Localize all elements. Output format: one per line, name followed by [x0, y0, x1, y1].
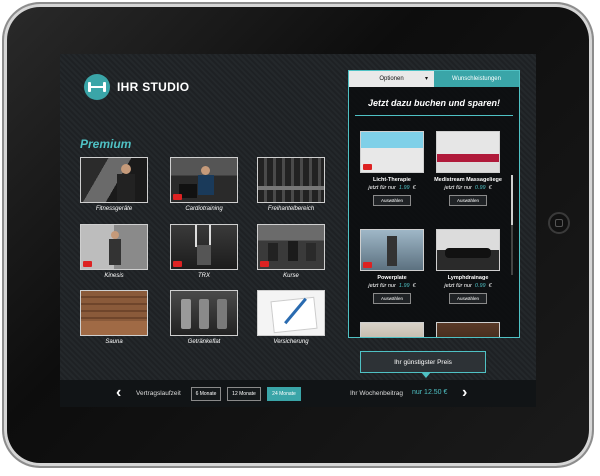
addon-partial [357, 322, 427, 337]
panel-tabs: Optionen ▾ Wunschleistungen [349, 71, 519, 87]
app-screen: IHR STUDIO Premium Fitnessgeräte Cardiot… [60, 54, 536, 407]
tooltip-arrow [421, 372, 431, 378]
tile-label: Versicherung [273, 339, 309, 345]
tile-image [257, 157, 325, 203]
tooltip-text: Ihr günstigster Preis [394, 358, 452, 366]
addon-lymphdrainage: Lymphdrainage jetzt für nur 0.99 € Auswähl… [433, 229, 503, 304]
tile-cardiotraining[interactable]: Cardiotraining [170, 157, 238, 212]
price-prefix: jetzt für nur [444, 283, 472, 289]
addon-partial [433, 322, 503, 337]
select-button[interactable]: Auswählen [373, 195, 411, 206]
tile-image [170, 290, 238, 336]
term-label: Vertragslaufzeit [136, 390, 181, 397]
scrollbar-thumb[interactable] [511, 175, 513, 225]
addon-price: jetzt für nur 1.99 € [357, 283, 427, 289]
tile-image [80, 224, 148, 270]
weekly-label: Ihr Wochenbeitrag [350, 390, 403, 397]
addon-image [436, 229, 500, 271]
tile-trx[interactable]: TRX [170, 224, 238, 279]
tile-freihantelbereich[interactable]: Freihantelbereich [257, 157, 325, 212]
addon-image [360, 229, 424, 271]
addon-price: jetzt für nur 1.99 € [357, 185, 427, 191]
divider [355, 115, 513, 116]
section-title: Premium [80, 137, 132, 151]
tile-label: Cardiotraining [185, 206, 223, 212]
currency: € [412, 185, 416, 191]
tile-image [80, 290, 148, 336]
price-value: 0.99 [474, 185, 486, 191]
video-play-icon [83, 261, 92, 267]
currency: € [488, 283, 492, 289]
term-6-months-button[interactable]: 6 Monate [191, 387, 221, 401]
chevron-right-icon[interactable]: › [462, 384, 467, 402]
tab-options-label: Optionen [379, 76, 404, 82]
tile-label: Sauna [105, 339, 123, 345]
tile-image [80, 157, 148, 203]
panel-scrollbar[interactable] [511, 175, 513, 275]
video-play-icon [260, 261, 269, 267]
addon-massageliege: Medistream Massageliege jetzt für nur 0.9… [433, 131, 503, 206]
tile-label: Freihantelbereich [267, 206, 315, 212]
studio-logo: IHR STUDIO [84, 74, 189, 100]
price-value: 0.99 [474, 283, 486, 289]
price-prefix: jetzt für nur [368, 185, 396, 191]
addon-price: jetzt für nur 0.99 € [433, 283, 503, 289]
tile-label: Kinesis [104, 273, 124, 279]
select-button[interactable]: Auswählen [449, 195, 487, 206]
addon-price: jetzt für nur 0.99 € [433, 185, 503, 191]
tile-sauna[interactable]: Sauna [80, 290, 148, 345]
studio-name: IHR STUDIO [117, 80, 190, 94]
tile-label: Fitnessgeräte [95, 206, 133, 212]
addon-name: Powerplate [377, 275, 407, 281]
panel-headline: Jetzt dazu buchen und sparen! [367, 98, 500, 108]
contract-bar: ‹ Vertragslaufzeit 6 Monate 12 Monate 24… [60, 380, 536, 407]
tile-kurse[interactable]: Kurse [257, 224, 325, 279]
tile-image [257, 290, 325, 336]
tab-wunschleistungen[interactable]: Wunschleistungen [434, 71, 519, 87]
addon-image [436, 322, 500, 337]
currency: € [488, 185, 492, 191]
tile-kinesis[interactable]: Kinesis [80, 224, 148, 279]
addon-image [360, 322, 424, 337]
select-button[interactable]: Auswählen [449, 293, 487, 304]
addon-licht-therapie: Licht-Therapie jetzt für nur 1.99 € Auswäh… [357, 131, 427, 206]
price-value: 1.99 [398, 283, 410, 289]
addon-image [436, 131, 500, 173]
addon-name: Medistream Massageliege [434, 177, 502, 183]
addons-panel: Optionen ▾ Wunschleistungen Jetzt dazu b… [348, 70, 520, 338]
tile-label: Kurse [283, 273, 299, 279]
video-play-icon [173, 194, 182, 200]
weekly-value: nur 12.50 € [412, 389, 448, 396]
video-play-icon [363, 164, 372, 170]
tile-label: TRX [198, 273, 210, 279]
addon-name: Licht-Therapie [373, 177, 411, 183]
term-24-months-button[interactable]: 24 Monate [267, 387, 301, 401]
dumbbell-icon [84, 74, 110, 100]
tab-wishes-label: Wunschleistungen [452, 76, 501, 82]
chevron-left-icon[interactable]: ‹ [116, 384, 121, 402]
price-prefix: jetzt für nur [368, 283, 396, 289]
price-value: 1.99 [398, 185, 410, 191]
chevron-down-icon: ▾ [424, 76, 428, 82]
currency: € [412, 283, 416, 289]
price-prefix: jetzt für nur [444, 185, 472, 191]
tile-image [257, 224, 325, 270]
tab-options[interactable]: Optionen ▾ [349, 71, 434, 87]
tile-label: Getränkeflat [187, 339, 221, 345]
addon-powerplate: Powerplate jetzt für nur 1.99 € Auswählen [357, 229, 427, 304]
video-play-icon [363, 262, 372, 268]
home-button[interactable] [548, 212, 570, 234]
tile-fitnessgeraete[interactable]: Fitnessgeräte [80, 157, 148, 212]
tile-versicherung[interactable]: Versicherung [257, 290, 325, 345]
tile-image [170, 224, 238, 270]
addon-image [360, 131, 424, 173]
select-button[interactable]: Auswählen [373, 293, 411, 304]
video-play-icon [173, 261, 182, 267]
best-price-tooltip: Ihr günstigster Preis [360, 351, 486, 378]
tile-image [170, 157, 238, 203]
addon-name: Lymphdrainage [447, 275, 489, 281]
term-12-months-button[interactable]: 12 Monate [227, 387, 261, 401]
tile-getraenkeflat[interactable]: Getränkeflat [170, 290, 238, 345]
